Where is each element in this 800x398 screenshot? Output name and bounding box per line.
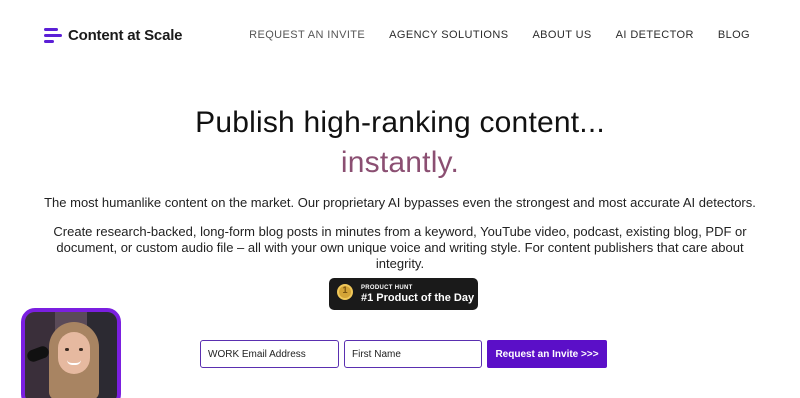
logo-mark-icon: [44, 26, 62, 44]
nav-agency-solutions[interactable]: AGENCY SOLUTIONS: [389, 29, 508, 41]
first-name-field[interactable]: [344, 340, 482, 368]
presenter-face: [58, 332, 90, 374]
badge-eyebrow: PRODUCT HUNT: [361, 284, 413, 291]
product-hunt-badge[interactable]: 1 PRODUCT HUNT #1 Product of the Day: [329, 278, 478, 310]
medal-number: 1: [342, 285, 348, 295]
hero-accent: instantly.: [340, 146, 460, 179]
brand-name: Content at Scale: [68, 26, 183, 44]
medal-icon: 1: [337, 284, 353, 304]
hero-description: Create research-backed, long-form blog p…: [53, 224, 747, 271]
hero-subtitle: The most humanlike content on the market…: [44, 195, 756, 210]
email-field[interactable]: [200, 340, 339, 368]
hero-headline: Publish high-ranking content...: [195, 106, 605, 139]
request-invite-button[interactable]: Request an Invite >>>: [487, 340, 607, 368]
nav-request-invite[interactable]: REQUEST AN INVITE: [249, 29, 365, 41]
top-nav: REQUEST AN INVITE AGENCY SOLUTIONS ABOUT…: [225, 29, 750, 41]
nav-blog[interactable]: BLOG: [718, 29, 750, 41]
badge-title: #1 Product of the Day: [361, 291, 475, 304]
nav-ai-detector[interactable]: AI DETECTOR: [616, 29, 694, 41]
presenter-video[interactable]: [21, 308, 121, 398]
nav-about-us[interactable]: ABOUT US: [532, 29, 591, 41]
brand-logo[interactable]: Content at Scale: [44, 26, 183, 44]
